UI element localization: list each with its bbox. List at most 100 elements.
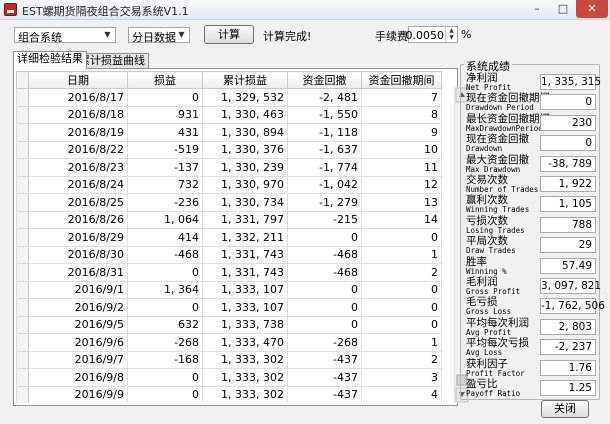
close-button[interactable]: 关闭 bbox=[541, 400, 589, 418]
cell-date: 2016/9/9 bbox=[28, 385, 128, 403]
table-row[interactable]: 2016/9/6 -268 1, 333, 470 -268 1 bbox=[16, 333, 442, 352]
cell-pnl: 0 bbox=[127, 263, 203, 282]
cell-date: 2016/8/30 bbox=[28, 245, 128, 264]
maximize-button[interactable]: □ bbox=[550, 0, 576, 18]
row-header[interactable] bbox=[16, 105, 29, 124]
cell-cumulative-pnl: 1, 330, 239 bbox=[202, 158, 288, 177]
stat-value[interactable]: 3, 097, 821 bbox=[540, 278, 601, 294]
cell-cumulative-pnl: 1, 333, 107 bbox=[202, 280, 288, 299]
row-header[interactable] bbox=[16, 88, 29, 107]
cell-cumulative-pnl: 1, 333, 302 bbox=[202, 385, 288, 403]
table-row[interactable]: 2016/8/18 931 1, 330, 463 -1, 550 8 bbox=[16, 105, 442, 124]
stat-row: 亏损次数 Losing Trades 788 bbox=[466, 216, 600, 236]
stat-value[interactable]: 2, 803 bbox=[540, 318, 596, 335]
stat-value[interactable]: 29 bbox=[540, 237, 596, 254]
stat-value[interactable]: -2, 237 bbox=[540, 339, 596, 356]
row-header[interactable] bbox=[16, 368, 29, 387]
table-row[interactable]: 2016/8/25 -236 1, 330, 734 -1, 279 13 bbox=[16, 193, 442, 212]
row-header[interactable] bbox=[16, 228, 29, 247]
table-row[interactable]: 2016/9/5 632 1, 333, 738 0 0 bbox=[16, 315, 442, 334]
stat-value[interactable]: 230 bbox=[540, 114, 596, 131]
cell-drawdown-period: 14 bbox=[361, 210, 442, 229]
stat-value[interactable]: 788 bbox=[540, 216, 596, 233]
table-row[interactable]: 2016/8/22 -519 1, 330, 376 -1, 637 10 bbox=[16, 140, 442, 159]
stat-value[interactable]: 0 bbox=[540, 135, 596, 152]
stat-value[interactable]: 1, 335, 315 bbox=[540, 74, 601, 90]
period-combo[interactable]: 分日数据 ▼ bbox=[128, 27, 190, 44]
col-drawdown-period[interactable]: 资金回撤期间 bbox=[361, 71, 442, 89]
system-combo[interactable]: 组合系统 ▼ bbox=[14, 27, 116, 44]
row-header[interactable] bbox=[16, 245, 29, 264]
spinner-arrows-icon[interactable]: ▲ ▼ bbox=[445, 27, 457, 42]
cell-drawdown-period: 12 bbox=[361, 175, 442, 194]
stat-label-cn: 交易次数 bbox=[466, 174, 508, 186]
table-row[interactable]: 2016/9/1 1, 364 1, 333, 107 0 0 bbox=[16, 280, 442, 299]
table-row[interactable]: 2016/8/17 0 1, 329, 532 -2, 481 7 bbox=[16, 88, 442, 107]
row-header[interactable] bbox=[16, 385, 29, 403]
stat-value[interactable]: 0 bbox=[540, 94, 596, 111]
cell-date: 2016/8/17 bbox=[28, 88, 128, 107]
stat-label-cn: 现在资金回撤期间 bbox=[466, 92, 550, 105]
row-header[interactable] bbox=[16, 175, 29, 194]
stat-value[interactable]: -1, 762, 506 bbox=[540, 298, 605, 315]
table-row[interactable]: 2016/8/31 0 1, 331, 743 -468 2 bbox=[16, 263, 442, 282]
stat-row: 平局次数 Draw Trades 29 bbox=[466, 236, 600, 256]
row-header[interactable] bbox=[16, 263, 29, 282]
stat-value[interactable]: 1, 922 bbox=[540, 176, 596, 192]
stat-row: 毛利润 Gross Profit 3, 097, 821 bbox=[466, 277, 601, 297]
stat-value[interactable]: 1, 105 bbox=[540, 196, 596, 213]
cell-cumulative-pnl: 1, 330, 734 bbox=[202, 193, 288, 212]
row-header[interactable] bbox=[16, 298, 29, 317]
col-date[interactable]: 日期 bbox=[28, 71, 128, 89]
cell-drawdown-period: 10 bbox=[361, 140, 442, 159]
row-header[interactable] bbox=[16, 193, 29, 212]
cell-drawdown: -1, 637 bbox=[287, 140, 362, 159]
stat-row: 胜率 Winning % 57.49 bbox=[466, 256, 600, 277]
stat-row: 最大资金回撤 Max Drawdown -38, 789 bbox=[466, 154, 600, 175]
table-row[interactable]: 2016/8/26 1, 064 1, 331, 797 -215 14 bbox=[16, 210, 442, 229]
stat-value[interactable]: 1.76 bbox=[540, 359, 596, 376]
cell-date: 2016/8/22 bbox=[28, 140, 128, 159]
minimize-button[interactable]: – bbox=[524, 0, 550, 18]
cell-drawdown-period: 2 bbox=[361, 350, 442, 369]
window-close-button[interactable]: ✕ bbox=[576, 0, 608, 18]
col-cumulative-pnl[interactable]: 累计损益 bbox=[202, 71, 288, 89]
tab-detail-results[interactable]: 详细检验结果 bbox=[13, 51, 87, 69]
row-header[interactable] bbox=[16, 210, 29, 229]
calculate-button[interactable]: 计算 bbox=[204, 25, 254, 44]
stat-value[interactable]: -38, 789 bbox=[540, 155, 596, 172]
table-row[interactable]: 2016/8/23 -137 1, 330, 239 -1, 774 11 bbox=[16, 158, 442, 177]
chevron-down-icon[interactable]: ▼ bbox=[175, 29, 188, 41]
table-row[interactable]: 2016/9/7 -168 1, 333, 302 -437 2 bbox=[16, 350, 442, 369]
cell-pnl: -268 bbox=[127, 333, 203, 352]
row-header[interactable] bbox=[16, 350, 29, 369]
fee-input[interactable]: 0.0050 ▲ ▼ bbox=[406, 26, 458, 43]
app-icon bbox=[4, 3, 17, 16]
cell-drawdown-period: 0 bbox=[361, 228, 442, 247]
cell-drawdown-period: 0 bbox=[361, 315, 442, 334]
row-header[interactable] bbox=[16, 158, 29, 177]
row-header[interactable] bbox=[16, 123, 29, 142]
cell-drawdown: 0 bbox=[287, 280, 362, 299]
table-row[interactable]: 2016/8/19 431 1, 330, 894 -1, 118 9 bbox=[16, 123, 442, 142]
row-header[interactable] bbox=[16, 315, 29, 334]
chevron-down-icon[interactable]: ▼ bbox=[101, 29, 114, 41]
stat-label-cn: 现在资金回撤 bbox=[466, 133, 529, 146]
col-pnl[interactable]: 损益 bbox=[127, 71, 203, 89]
table-row[interactable]: 2016/8/24 732 1, 330, 970 -1, 042 12 bbox=[16, 175, 442, 194]
table-row[interactable]: 2016/8/30 -468 1, 331, 743 -468 1 bbox=[16, 245, 442, 264]
table-row[interactable]: 2016/8/29 414 1, 332, 211 0 0 bbox=[16, 228, 442, 247]
row-header[interactable] bbox=[16, 280, 29, 299]
cell-cumulative-pnl: 1, 329, 532 bbox=[202, 88, 288, 107]
cell-drawdown-period: 0 bbox=[361, 298, 442, 317]
table-row[interactable]: 2016/9/9 0 1, 333, 302 -437 4 bbox=[16, 385, 442, 403]
stat-value[interactable]: 57.49 bbox=[540, 257, 596, 274]
cell-date: 2016/9/7 bbox=[28, 350, 128, 369]
row-header[interactable] bbox=[16, 333, 29, 352]
stat-value[interactable]: 1.25 bbox=[540, 380, 596, 396]
table-row[interactable]: 2016/9/2 0 1, 333, 107 0 0 bbox=[16, 298, 442, 317]
col-drawdown[interactable]: 资金回撤 bbox=[287, 71, 362, 89]
table-row[interactable]: 2016/9/8 0 1, 333, 302 -437 3 bbox=[16, 368, 442, 387]
stat-row: 获利因子 Profit Factor 1.76 bbox=[466, 358, 600, 379]
row-header[interactable] bbox=[16, 140, 29, 159]
